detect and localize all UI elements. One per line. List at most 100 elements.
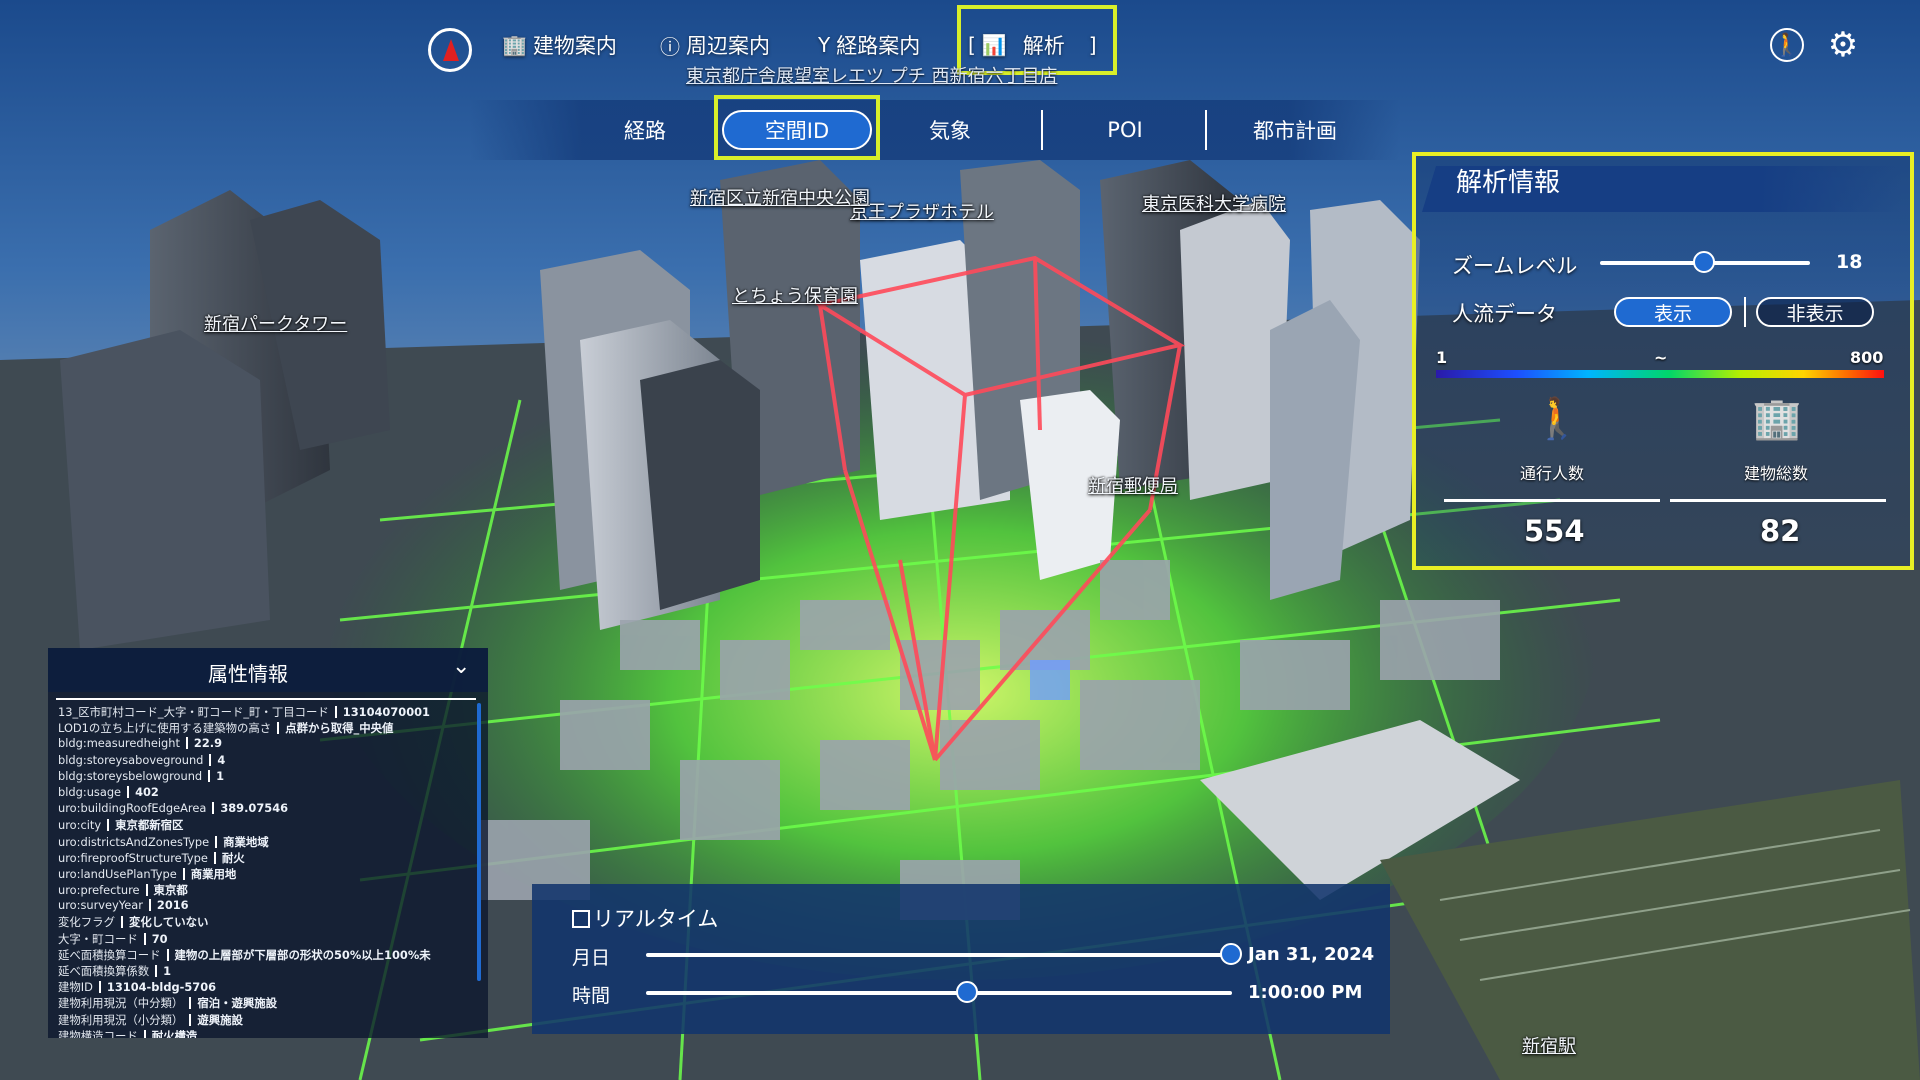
attribute-key: 建物利用現況（小分類）: [58, 1012, 184, 1027]
attribute-separator: [215, 835, 218, 848]
nav-route-guide[interactable]: Y 経路案内: [818, 30, 920, 60]
attribute-value: 建物の上層部が下層部の形状の50%以上100%未: [174, 947, 431, 962]
attribute-key: bldg:usage: [58, 784, 122, 799]
info-icon: ⓘ: [660, 34, 680, 59]
gear-icon[interactable]: ⚙: [1826, 25, 1860, 65]
attribute-separator: [213, 851, 216, 864]
realtime-label: リアルタイム: [593, 907, 719, 931]
attribute-value: 耐火構造: [151, 1028, 198, 1038]
show-flow-button[interactable]: 表示: [1614, 297, 1732, 327]
attribute-separator: [212, 802, 215, 815]
analysis-panel-title: 解析情報: [1456, 168, 1561, 198]
compass-needle: [443, 39, 459, 61]
nav-label: 経路案内: [836, 34, 921, 58]
attribute-separator: [127, 785, 130, 798]
nav-label: 周辺案内: [686, 34, 770, 58]
attribute-key: 変化フラグ: [58, 915, 115, 930]
attribute-divider: [56, 698, 476, 700]
map-label-nursery[interactable]: とちょう保育園: [732, 282, 858, 308]
location-subtitle: 東京都庁舎展望室レエツ プチ 西新宿六丁目店: [686, 66, 1058, 87]
attribute-key: uro:districtsAndZonesType: [58, 834, 210, 849]
realtime-checkbox[interactable]: [572, 910, 590, 928]
hide-flow-button[interactable]: 非表示: [1756, 297, 1874, 327]
time-value: 1:00:00 PM: [1248, 982, 1363, 1003]
attribute-panel-title: 属性情報: [208, 662, 288, 686]
tab-poi[interactable]: POI: [1050, 100, 1200, 160]
attribute-row: uro:buildingRoofEdgeArea 389.07546: [58, 801, 483, 817]
attribute-separator: [182, 867, 185, 880]
attribute-scrollbar[interactable]: [477, 703, 481, 981]
nav-building-guide[interactable]: 🏢 建物案内: [502, 30, 617, 60]
zoom-level-label: ズームレベル: [1452, 254, 1578, 278]
attribute-key: bldg:storeysbelowground: [58, 768, 203, 783]
zoom-slider-thumb[interactable]: [1693, 251, 1715, 273]
legend-mid: ~: [1654, 348, 1668, 367]
attribute-row: uro:prefecture 東京都: [58, 882, 483, 898]
map-label-post-office[interactable]: 新宿郵便局: [1088, 472, 1178, 498]
building-count-icon: 🏢: [1752, 396, 1802, 442]
date-label: 月日: [572, 947, 611, 969]
people-flow-label: 人流データ: [1452, 302, 1557, 326]
attribute-row: uro:fireproofStructureType 耐火: [58, 850, 483, 866]
pedestrian-icon: 🚶: [1532, 396, 1582, 442]
buildings-label: 建物総数: [1744, 464, 1809, 483]
attribute-row: uro:landUsePlanType 商業用地: [58, 866, 483, 882]
attribute-panel-header[interactable]: 属性情報 ⌄: [48, 648, 488, 692]
top-navigation: 🏢 建物案内 ⓘ 周辺案内 Y 経路案内 [ 📊 解析 ] 東京都庁舎展望室レエ…: [0, 0, 1920, 90]
tab-divider: [1205, 110, 1207, 150]
attribute-value: 70: [151, 931, 168, 946]
tab-weather[interactable]: 気象: [870, 100, 1030, 160]
attribute-separator: [143, 932, 146, 945]
attribute-separator: [277, 722, 280, 735]
date-slider-thumb[interactable]: [1220, 943, 1242, 965]
attribute-separator: [143, 1029, 146, 1038]
date-slider-track[interactable]: [646, 953, 1232, 957]
buildings-value: 82: [1760, 514, 1801, 548]
stat-divider: [1444, 499, 1660, 502]
attribute-value: 402: [135, 784, 159, 799]
map-label-hotel[interactable]: 京王プラザホテル: [850, 198, 994, 224]
nav-area-guide[interactable]: ⓘ 周辺案内: [660, 30, 770, 60]
attribute-key: 13_区市町村コード_大字・町コード_町・丁目コード: [58, 705, 329, 719]
attribute-row: 13_区市町村コード_大字・町コード_町・丁目コード 13104070001: [58, 704, 483, 720]
legend-min: 1: [1436, 348, 1448, 367]
attribute-value: 2016: [156, 898, 189, 913]
accessibility-icon[interactable]: 🚶: [1770, 28, 1804, 62]
chevron-down-icon[interactable]: ⌄: [452, 654, 470, 679]
attribute-separator: [185, 737, 188, 750]
attribute-row: bldg:usage 402: [58, 785, 483, 801]
date-value: Jan 31, 2024: [1248, 944, 1375, 965]
spatial-id-highlight-frame: [714, 95, 880, 160]
attribute-key: bldg:storeysaboveground: [58, 752, 204, 767]
attribute-value: 東京都新宿区: [115, 818, 184, 833]
mode-tabs: 経路 気象 POI 都市計画: [470, 100, 1400, 160]
attribute-separator: [145, 884, 148, 897]
map-label-station[interactable]: 新宿駅: [1522, 1032, 1576, 1058]
route-icon: Y: [818, 33, 831, 57]
attribute-value: 13104-bldg-5706: [106, 980, 217, 995]
building-icon: 🏢: [502, 33, 527, 57]
attribute-value: 宿泊・遊興施設: [197, 996, 278, 1011]
nav-label: 建物案内: [532, 34, 617, 58]
attribute-row: 延べ面積換算コード 建物の上層部が下層部の形状の50%以上100%未: [58, 947, 483, 963]
time-slider-track[interactable]: [646, 991, 1232, 995]
attribute-row: 延べ面積換算係数 1: [58, 963, 483, 979]
stat-divider: [1670, 499, 1886, 502]
tab-divider: [1041, 110, 1043, 150]
pedestrians-value: 554: [1524, 514, 1585, 548]
attribute-value: 1: [216, 768, 225, 783]
attribute-value: 22.9: [193, 736, 223, 751]
attribute-row: bldg:measuredheight 22.9: [58, 736, 483, 752]
map-label-hospital[interactable]: 東京医科大学病院: [1142, 190, 1286, 216]
attribute-key: 建物ID: [58, 980, 93, 995]
tab-route[interactable]: 経路: [590, 100, 700, 160]
attribute-row: 建物利用現況（中分類） 宿泊・遊興施設: [58, 995, 483, 1011]
map-label-park-tower[interactable]: 新宿パークタワー: [204, 310, 347, 336]
attribute-value: 13104070001: [342, 705, 430, 719]
attribute-row: LOD1の立ち上げに使用する建築物の高さ 点群から取得_中央値: [58, 720, 483, 736]
tab-urban-planning[interactable]: 都市計画: [1210, 100, 1380, 160]
map-label-park[interactable]: 新宿区立新宿中央公園: [690, 184, 870, 210]
attribute-row: 大字・町コード 70: [58, 931, 483, 947]
compass-icon[interactable]: [428, 28, 472, 72]
attribute-panel: 属性情報 ⌄ 13_区市町村コード_大字・町コード_町・丁目コード 1310407…: [48, 648, 488, 1038]
